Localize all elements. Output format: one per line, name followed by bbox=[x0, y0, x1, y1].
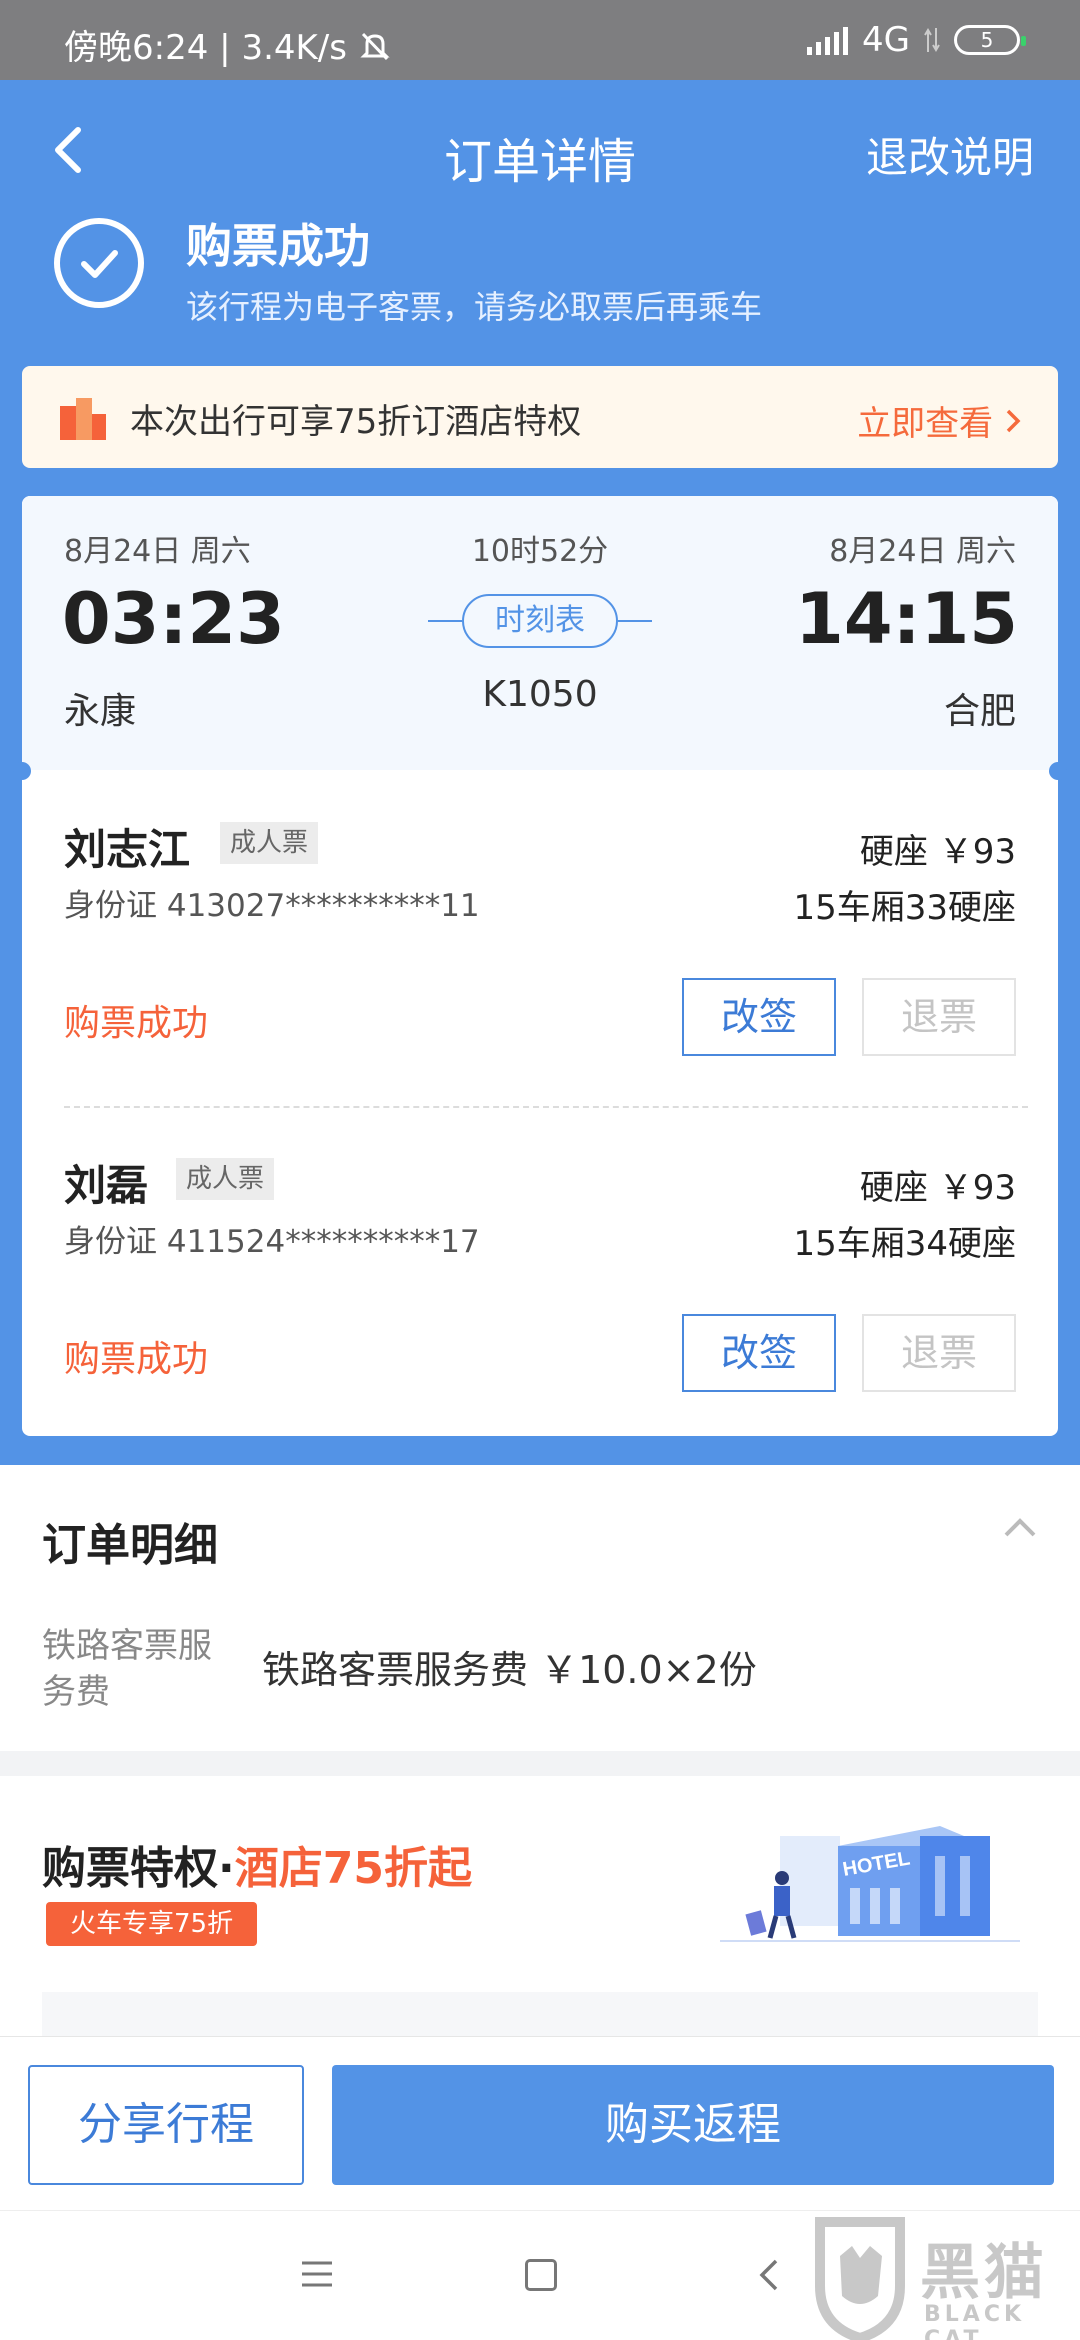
battery-icon: 5 bbox=[954, 25, 1026, 55]
status-time: 傍晚6:24 bbox=[64, 28, 209, 68]
perk-title-highlight: 酒店75折起 bbox=[234, 1843, 472, 1894]
purchase-success-title: 购票成功 bbox=[186, 219, 370, 273]
perk-title: 购票特权·酒店75折起 bbox=[42, 1832, 472, 1896]
hotel-illustration-icon: HOTEL bbox=[720, 1826, 1020, 1942]
arrival-time: 14:15 bbox=[795, 578, 1018, 660]
view-now-label: 立即查看 bbox=[857, 404, 1004, 444]
status-right: 4G 5 bbox=[807, 20, 1026, 60]
chevron-up-icon[interactable] bbox=[1002, 1515, 1038, 1539]
seat-position: 15车厢33硬座 bbox=[793, 888, 1016, 928]
passenger-name: 刘磊 bbox=[64, 1161, 149, 1210]
passenger-item: 刘志江 成人票 硬座 ￥93 身份证 413027**********11 15… bbox=[22, 770, 1058, 1106]
id-number: 身份证 411524**********17 bbox=[64, 1224, 480, 1260]
status-divider: | bbox=[219, 28, 242, 68]
change-ticket-button[interactable]: 改签 bbox=[682, 978, 836, 1056]
order-detail-title: 订单明细 bbox=[42, 1520, 218, 1571]
watermark-brand: 黑猫 bbox=[920, 2238, 1048, 2308]
seat-class-price: 硬座 ￥93 bbox=[859, 832, 1016, 872]
watermark-en: BLACK CAT bbox=[924, 2302, 1026, 2340]
arrival-date: 8月24日 周六 bbox=[829, 534, 1016, 569]
status-bar: 傍晚6:24 | 3.4K/s 4G 5 bbox=[0, 0, 1080, 80]
buy-return-button[interactable]: 购买返程 bbox=[332, 2065, 1054, 2185]
ticket-status: 购票成功 bbox=[64, 1339, 209, 1380]
hotel-promo-banner[interactable]: 本次出行可享75折订酒店特权 立即查看 bbox=[22, 366, 1058, 468]
timetable-line-right bbox=[618, 620, 652, 622]
chevron-right-icon bbox=[1006, 409, 1021, 433]
check-circle-icon bbox=[54, 218, 144, 308]
seat-class-price: 硬座 ￥93 bbox=[859, 1168, 1016, 1208]
cat-shield-icon bbox=[815, 2217, 905, 2340]
nav-bar: 订单详情 退改说明 bbox=[0, 80, 1080, 220]
arrival-station: 合肥 bbox=[943, 691, 1016, 732]
signal-icon bbox=[807, 25, 849, 55]
status-left: 傍晚6:24 | 3.4K/s bbox=[64, 20, 392, 69]
refund-ticket-button[interactable]: 退票 bbox=[862, 1314, 1016, 1392]
timetable-button[interactable]: 时刻表 bbox=[462, 594, 618, 648]
ticket-type-badge: 成人票 bbox=[176, 1158, 275, 1200]
order-detail-section: 订单明细 铁路客票服务费 铁路客票服务费 ￥10.0×2份 bbox=[0, 1465, 1080, 1751]
fee-label: 铁路客票服务费 bbox=[42, 1626, 212, 1712]
nav-back-icon[interactable] bbox=[756, 2255, 782, 2295]
view-now-link[interactable]: 立即查看 bbox=[857, 396, 1022, 445]
home-icon[interactable] bbox=[525, 2259, 557, 2291]
menu-icon[interactable] bbox=[300, 2259, 334, 2289]
share-trip-button[interactable]: 分享行程 bbox=[28, 2065, 304, 2185]
ticket-type-badge: 成人票 bbox=[220, 822, 319, 864]
watermark: 黑猫 BLACK CAT bbox=[806, 2216, 1076, 2340]
promo-text: 本次出行可享75折订酒店特权 bbox=[130, 402, 582, 442]
purchase-success-subtitle: 该行程为电子客票，请务必取票后再乘车 bbox=[186, 288, 763, 326]
id-number: 身份证 413027**********11 bbox=[64, 888, 480, 924]
passenger-name: 刘志江 bbox=[64, 825, 191, 874]
trip-info: 8月24日 周六 10时52分 8月24日 周六 03:23 时刻表 14:15… bbox=[22, 496, 1058, 770]
perk-title-prefix: 购票特权· bbox=[42, 1843, 235, 1894]
data-arrows-icon bbox=[924, 28, 940, 52]
ticket-card: 8月24日 周六 10时52分 8月24日 周六 03:23 时刻表 14:15… bbox=[13, 496, 1067, 1436]
perk-tag: 火车专享75折 bbox=[46, 1902, 258, 1946]
seat-position: 15车厢34硬座 bbox=[793, 1224, 1016, 1264]
bottom-action-bar: 分享行程 购买返程 bbox=[0, 2036, 1080, 2210]
timetable-line-left bbox=[428, 620, 462, 622]
ticket-perk-section[interactable]: 购票特权·酒店75折起 火车专享75折 HOTEL bbox=[0, 1776, 1080, 2036]
perk-content-strip bbox=[42, 1992, 1038, 2036]
refund-rules-link[interactable]: 退改说明 bbox=[866, 124, 1034, 185]
mute-bell-icon bbox=[360, 32, 390, 61]
ticket-status: 购票成功 bbox=[64, 1003, 209, 1044]
refund-ticket-button[interactable]: 退票 bbox=[862, 978, 1016, 1056]
change-ticket-button[interactable]: 改签 bbox=[682, 1314, 836, 1392]
departure-time: 03:23 bbox=[62, 578, 285, 660]
passenger-item: 刘磊 成人票 硬座 ￥93 身份证 411524**********17 15车… bbox=[22, 1106, 1058, 1442]
building-icon bbox=[60, 398, 106, 440]
train-number: K1050 bbox=[482, 674, 598, 715]
network-type: 4G bbox=[862, 20, 910, 60]
fee-value: 铁路客票服务费 ￥10.0×2份 bbox=[262, 1648, 757, 1692]
status-speed: 3.4K/s bbox=[241, 28, 347, 68]
